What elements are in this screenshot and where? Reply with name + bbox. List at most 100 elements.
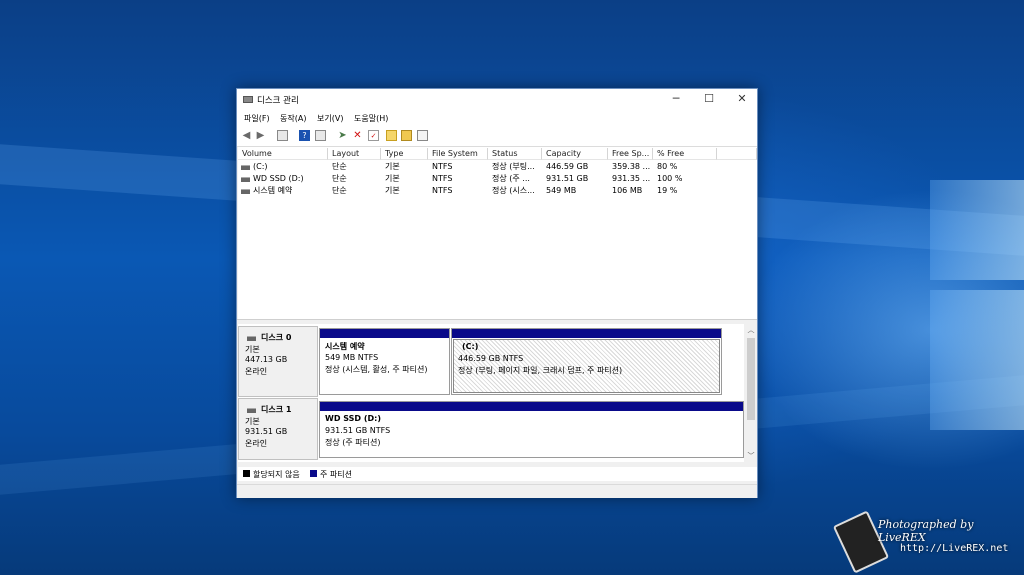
help-icon[interactable]: ? (299, 130, 310, 141)
watermark-credit: Photographed by LiveREX (878, 518, 974, 544)
volume-list: Volume Layout Type File System Status Ca… (238, 147, 757, 319)
legend-label-unallocated: 할당되지 않음 (253, 470, 300, 479)
partition-system-reserved[interactable]: 시스템 예약 549 MB NTFS 정상 (시스템, 활성, 주 파티션) (319, 328, 450, 395)
column-header-layout[interactable]: Layout (328, 148, 381, 160)
volume-name: WD SSD (D:) (253, 174, 304, 183)
scroll-thumb[interactable] (747, 338, 755, 420)
partition-wd-ssd[interactable]: WD SSD (D:) 931.51 GB NTFS 정상 (주 파티션) (319, 401, 744, 458)
disk-name: 디스크 1 (261, 405, 292, 414)
column-header-type[interactable]: Type (381, 148, 428, 160)
volume-status: 정상 (부팅... (492, 162, 535, 171)
volume-free-space: 359.38 ... (612, 162, 651, 171)
volume-percent-free: 100 % (657, 174, 683, 183)
volume-file-system: NTFS (432, 162, 453, 171)
volume-file-system: NTFS (432, 186, 453, 195)
menu-bar: 파일(F) 동작(A) 보기(V) 도움말(H) (237, 111, 757, 126)
properties-icon[interactable]: ✓ (368, 130, 379, 141)
volume-file-system: NTFS (432, 174, 453, 183)
volume-name: (C:) (253, 162, 268, 171)
partition-status: 정상 (부팅, 페이지 파일, 크래시 덤프, 주 파티션) (458, 366, 623, 375)
new-icon[interactable] (386, 130, 397, 141)
disk-drive-icon (247, 336, 256, 341)
disk-management-icon (243, 96, 253, 103)
volume-percent-free: 80 % (657, 162, 678, 171)
partition-status: 정상 (시스템, 활성, 주 파티션) (325, 365, 428, 374)
partition-c-drive[interactable]: (C:) 446.59 GB NTFS 정상 (부팅, 페이지 파일, 크래시 … (451, 328, 722, 395)
column-header-free-space[interactable]: Free Sp... (608, 148, 653, 160)
delete-icon[interactable]: ✕ (352, 130, 363, 141)
windows-logo-pane (930, 180, 1024, 280)
volume-free-space: 931.35 ... (612, 174, 651, 183)
disk-graphical-view: 디스크 0 기본 447.13 GB 온라인 시스템 예약 549 MB NTF… (238, 324, 744, 462)
column-header-file-system[interactable]: File System (428, 148, 488, 160)
partition-name: WD SSD (D:) (325, 414, 381, 423)
partition-color-bar (320, 402, 743, 411)
volume-status: 정상 (주 ... (492, 174, 530, 183)
disk-management-window: 디스크 관리 ─ ☐ ✕ 파일(F) 동작(A) 보기(V) 도움말(H) ◀ … (236, 88, 758, 498)
column-header-capacity[interactable]: Capacity (542, 148, 608, 160)
volume-type: 기본 (385, 186, 400, 195)
column-header-volume[interactable]: Volume (238, 148, 328, 160)
volume-percent-free: 19 % (657, 186, 678, 195)
scroll-down-icon[interactable]: ﹀ (745, 451, 757, 461)
menu-help[interactable]: 도움말(H) (354, 113, 388, 124)
watermark-url: http://LiveREX.net (900, 543, 1009, 554)
partition-body-selected: (C:) 446.59 GB NTFS 정상 (부팅, 페이지 파일, 크래시 … (453, 339, 720, 393)
volume-free-space: 106 MB (612, 186, 643, 195)
title-bar[interactable]: 디스크 관리 ─ ☐ ✕ (237, 89, 757, 111)
settings-icon[interactable] (417, 130, 428, 141)
partition-color-bar (452, 329, 721, 338)
maximize-button[interactable]: ☐ (693, 89, 725, 109)
menu-action[interactable]: 동작(A) (280, 113, 306, 124)
status-bar (237, 484, 757, 498)
disk-size: 931.51 GB (245, 427, 288, 436)
disk-state: 온라인 (245, 439, 268, 448)
column-header-empty (717, 148, 757, 160)
partition-name: (C:) (462, 342, 479, 351)
volume-layout: 단순 (332, 174, 347, 183)
partition-body: 시스템 예약 549 MB NTFS 정상 (시스템, 활성, 주 파티션) (321, 339, 448, 393)
disk-drive-icon (247, 408, 256, 413)
volume-type: 기본 (385, 174, 400, 183)
minimize-button[interactable]: ─ (660, 89, 692, 109)
partition-status: 정상 (주 파티션) (325, 438, 381, 447)
windows-logo-pane (930, 290, 1024, 430)
view2-icon[interactable] (315, 130, 326, 141)
menu-view[interactable]: 보기(V) (317, 113, 343, 124)
disk-size: 447.13 GB (245, 355, 288, 364)
disk-1-label[interactable]: 디스크 1 기본 931.51 GB 온라인 (238, 398, 318, 460)
legend-swatch-primary (310, 470, 317, 477)
disk-type: 기본 (245, 345, 260, 354)
open-icon[interactable] (401, 130, 412, 141)
volume-capacity: 931.51 GB (546, 174, 589, 183)
disk-name: 디스크 0 (261, 333, 292, 342)
legend-label-primary: 주 파티션 (320, 470, 352, 479)
menu-file[interactable]: 파일(F) (244, 113, 270, 124)
back-icon[interactable]: ◀ (241, 130, 252, 141)
window-title: 디스크 관리 (257, 96, 299, 106)
volume-layout: 단순 (332, 162, 347, 171)
partition-body: WD SSD (D:) 931.51 GB NTFS 정상 (주 파티션) (321, 412, 742, 456)
volume-capacity: 549 MB (546, 186, 577, 195)
partition-color-bar (320, 329, 449, 338)
close-button[interactable]: ✕ (726, 89, 758, 109)
vertical-scrollbar[interactable]: ︿ ﹀ (745, 324, 757, 462)
scroll-up-icon[interactable]: ︿ (745, 325, 757, 335)
volume-drive-icon (241, 189, 250, 194)
view-icon[interactable] (277, 130, 288, 141)
legend-bar: 할당되지 않음 주 파티션 (238, 467, 757, 481)
disk-state: 온라인 (245, 367, 268, 376)
partition-size: 931.51 GB NTFS (325, 426, 391, 435)
column-header-percent-free[interactable]: % Free (653, 148, 717, 160)
connect-icon[interactable]: ➤ (337, 130, 348, 141)
disk-0-label[interactable]: 디스크 0 기본 447.13 GB 온라인 (238, 326, 318, 397)
volume-drive-icon (241, 165, 250, 170)
column-header-status[interactable]: Status (488, 148, 542, 160)
partition-size: 446.59 GB NTFS (458, 354, 524, 363)
legend-swatch-unallocated (243, 470, 250, 477)
forward-icon[interactable]: ▶ (255, 130, 266, 141)
toolbar: ◀ ▶ ? ➤ ✕ ✓ (237, 126, 757, 147)
partition-size: 549 MB NTFS (325, 353, 379, 362)
volume-drive-icon (241, 177, 250, 182)
photographer-watermark: Photographed by LiveREX http://LiveREX.n… (832, 510, 1022, 574)
